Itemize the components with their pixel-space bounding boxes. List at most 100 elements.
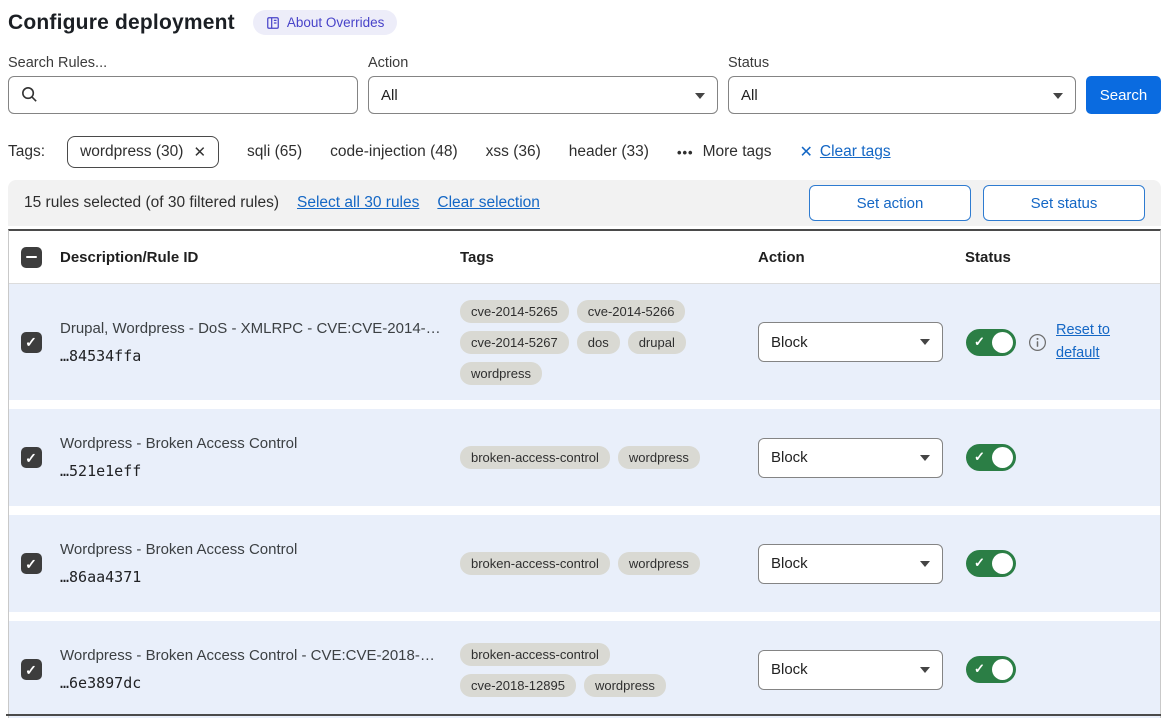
toggle-knob bbox=[992, 447, 1013, 468]
tag-option-code-injection[interactable]: code-injection (48) bbox=[330, 143, 458, 161]
table-bottom-border bbox=[6, 714, 1161, 716]
clear-selection-link[interactable]: Clear selection bbox=[437, 194, 540, 212]
about-overrides-badge[interactable]: About Overrides bbox=[253, 10, 398, 35]
table-header: Description/Rule ID Tags Action Status bbox=[9, 231, 1160, 284]
action-select[interactable]: Block bbox=[758, 544, 943, 584]
table-row: ✓ Wordpress - Broken Access Control …521… bbox=[9, 409, 1160, 506]
tag-pill: wordpress bbox=[460, 362, 542, 385]
row-separator bbox=[9, 506, 1160, 515]
action-select[interactable]: Block bbox=[758, 438, 943, 478]
column-header-action: Action bbox=[751, 249, 958, 266]
action-filter-label: Action bbox=[368, 55, 718, 71]
rule-id: …84534ffa bbox=[60, 347, 453, 365]
column-header-status: Status bbox=[958, 249, 1160, 266]
description-cell: Wordpress - Broken Access Control - CVE:… bbox=[53, 647, 453, 692]
select-all-checkbox[interactable] bbox=[21, 247, 42, 268]
set-status-button[interactable]: Set status bbox=[983, 185, 1145, 221]
status-toggle[interactable]: ✓ bbox=[966, 656, 1016, 683]
toggle-knob bbox=[992, 659, 1013, 680]
more-tags-label: More tags bbox=[703, 143, 772, 161]
status-cell: ✓ bbox=[958, 444, 1160, 471]
row-tags: broken-access-controlcve-2018-12895wordp… bbox=[460, 643, 722, 697]
column-header-description: Description/Rule ID bbox=[53, 249, 453, 266]
action-filter-select[interactable]: All bbox=[368, 76, 718, 114]
chevron-down-icon bbox=[695, 93, 705, 99]
rule-description: Wordpress - Broken Access Control bbox=[60, 541, 453, 558]
action-select[interactable]: Block bbox=[758, 322, 943, 362]
tag-pill: wordpress bbox=[618, 446, 700, 469]
action-select-value: Block bbox=[771, 449, 808, 466]
status-toggle[interactable]: ✓ bbox=[966, 550, 1016, 577]
chevron-down-icon bbox=[920, 667, 930, 673]
row-tags: broken-access-control wordpress bbox=[460, 446, 722, 469]
status-cell: ✓ bbox=[958, 656, 1160, 683]
table-row: ✓ Drupal, Wordpress - DoS - XMLRPC - CVE… bbox=[9, 284, 1160, 400]
row-checkbox[interactable]: ✓ bbox=[21, 332, 42, 353]
status-filter-select[interactable]: All bbox=[728, 76, 1076, 114]
checkmark-icon: ✓ bbox=[974, 661, 985, 677]
more-tags-button[interactable]: ••• More tags bbox=[677, 143, 772, 161]
tag-pill: broken-access-control bbox=[460, 552, 610, 575]
page-header: Configure deployment About Overrides bbox=[8, 10, 1161, 35]
action-select-value: Block bbox=[771, 661, 808, 678]
tag-pill: cve-2014-5265 bbox=[460, 300, 569, 323]
action-select[interactable]: Block bbox=[758, 650, 943, 690]
chevron-down-icon bbox=[1053, 93, 1063, 99]
tag-pill: drupal bbox=[628, 331, 686, 354]
search-icon bbox=[20, 85, 39, 109]
book-icon bbox=[266, 16, 280, 30]
tags-bar: Tags: wordpress (30) ✕ sqli (65) code-in… bbox=[8, 136, 1161, 168]
tag-option-header[interactable]: header (33) bbox=[569, 143, 649, 161]
status-toggle[interactable]: ✓ bbox=[966, 444, 1016, 471]
chevron-down-icon bbox=[920, 455, 930, 461]
checkmark-icon: ✓ bbox=[974, 555, 985, 571]
chevron-down-icon bbox=[920, 561, 930, 567]
search-rules-input[interactable] bbox=[8, 76, 358, 114]
action-select-value: Block bbox=[771, 334, 808, 351]
rule-id: …86aa4371 bbox=[60, 568, 453, 586]
chevron-down-icon bbox=[920, 339, 930, 345]
search-button[interactable]: Search bbox=[1086, 76, 1161, 114]
checkmark-icon: ✓ bbox=[25, 557, 37, 571]
tag-pill: broken-access-control bbox=[460, 446, 610, 469]
rule-description: Wordpress - Broken Access Control bbox=[60, 435, 453, 452]
tag-option-sqli[interactable]: sqli (65) bbox=[247, 143, 302, 161]
clear-tags-link[interactable]: ✕ Clear tags bbox=[800, 142, 891, 162]
description-cell: Drupal, Wordpress - DoS - XMLRPC - CVE:C… bbox=[53, 320, 453, 365]
description-cell: Wordpress - Broken Access Control …521e1… bbox=[53, 435, 453, 480]
table-row: ✓ Wordpress - Broken Access Control …86a… bbox=[9, 515, 1160, 612]
reset-wrap: Reset to default bbox=[1028, 319, 1114, 365]
rule-description: Wordpress - Broken Access Control - CVE:… bbox=[60, 647, 453, 664]
set-action-button[interactable]: Set action bbox=[809, 185, 971, 221]
info-icon[interactable] bbox=[1028, 333, 1047, 352]
row-tags: cve-2014-5265cve-2014-5266cve-2014-5267d… bbox=[460, 300, 722, 385]
checkmark-icon: ✓ bbox=[25, 335, 37, 349]
tag-pill: cve-2014-5267 bbox=[460, 331, 569, 354]
action-filter-value: All bbox=[381, 87, 398, 104]
row-checkbox[interactable]: ✓ bbox=[21, 659, 42, 680]
status-cell: ✓ bbox=[958, 550, 1160, 577]
filters-bar: Search Rules... Action All Status bbox=[8, 55, 1161, 114]
status-filter-label: Status bbox=[728, 55, 1076, 71]
checkmark-icon: ✓ bbox=[25, 451, 37, 465]
row-checkbox[interactable]: ✓ bbox=[21, 447, 42, 468]
rule-description: Drupal, Wordpress - DoS - XMLRPC - CVE:C… bbox=[60, 320, 453, 337]
reset-to-default-link[interactable]: Reset to default bbox=[1056, 319, 1114, 365]
select-all-rules-link[interactable]: Select all 30 rules bbox=[297, 194, 419, 212]
rules-table: Description/Rule ID Tags Action Status ✓… bbox=[8, 229, 1161, 718]
description-cell: Wordpress - Broken Access Control …86aa4… bbox=[53, 541, 453, 586]
status-filter-value: All bbox=[741, 87, 758, 104]
selection-summary: 15 rules selected (of 30 filtered rules) bbox=[24, 194, 279, 212]
table-row: ✓ Wordpress - Broken Access Control - CV… bbox=[9, 621, 1160, 718]
selected-tag-wordpress[interactable]: wordpress (30) ✕ bbox=[67, 136, 219, 168]
page-title: Configure deployment bbox=[8, 11, 235, 35]
tags-label: Tags: bbox=[8, 143, 45, 161]
status-toggle[interactable]: ✓ bbox=[966, 329, 1016, 356]
tag-option-xss[interactable]: xss (36) bbox=[486, 143, 541, 161]
tag-pill: broken-access-control bbox=[460, 643, 610, 666]
configure-deployment-page: Configure deployment About Overrides Sea… bbox=[0, 0, 1167, 718]
row-checkbox[interactable]: ✓ bbox=[21, 553, 42, 574]
close-icon: ✕ bbox=[800, 142, 813, 162]
table-body: ✓ Drupal, Wordpress - DoS - XMLRPC - CVE… bbox=[9, 284, 1160, 718]
close-icon[interactable]: ✕ bbox=[193, 143, 206, 161]
